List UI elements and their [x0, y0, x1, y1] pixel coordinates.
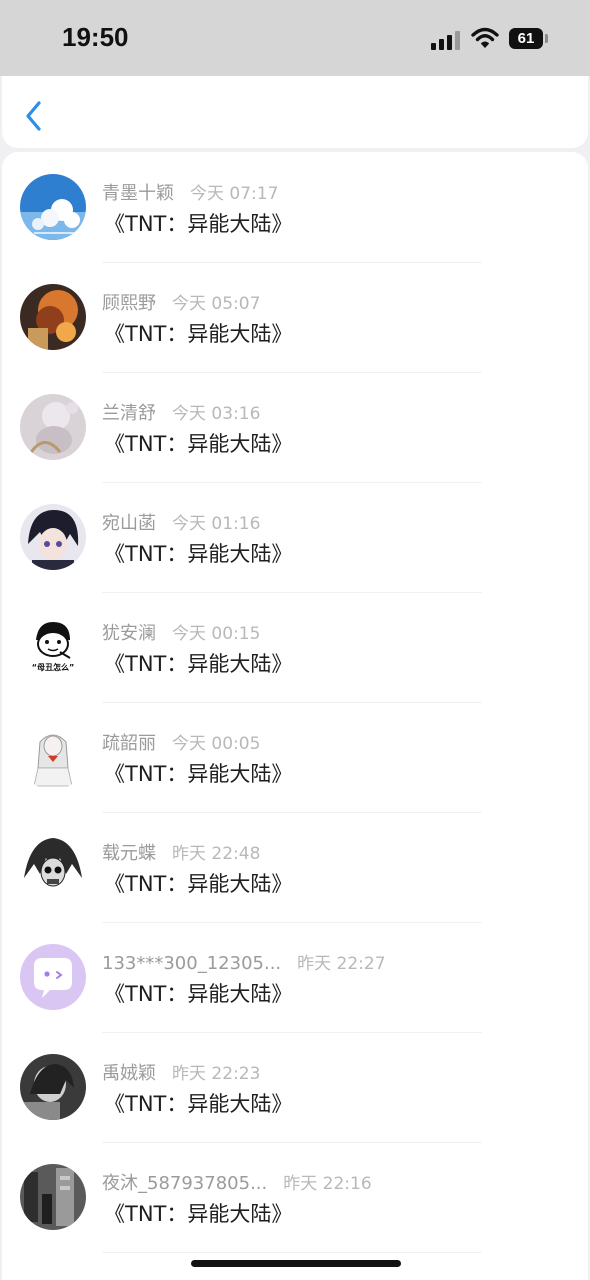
message-meta: 133***300_12305... 昨天 22:27 — [102, 949, 386, 974]
message-time: 今天 00:05 — [172, 734, 261, 754]
list-item[interactable]: 疏韶丽 今天 00:05 《TNT：异能大陆》 — [2, 702, 588, 813]
user-name: 青墨十颖 — [102, 183, 174, 204]
avatar — [20, 284, 86, 350]
wifi-icon — [471, 27, 499, 48]
list-item[interactable]: 载元蝶 昨天 22:48 《TNT：异能大陆》 — [2, 812, 588, 923]
avatar — [20, 1054, 86, 1120]
message-meta: 犹安澜 今天 00:15 — [102, 619, 261, 644]
list-item[interactable]: 青墨十颖 今天 07:17 《TNT：异能大陆》 — [2, 152, 588, 263]
message-meta: 顾熙野 今天 05:07 — [102, 289, 261, 314]
chevron-left-icon[interactable] — [20, 98, 50, 134]
user-name: 禹娀颖 — [102, 1063, 156, 1084]
list-item[interactable]: “母丑怎么” 犹安澜 今天 00:15 《TNT：异能大陆》 — [2, 592, 588, 703]
home-indicator — [191, 1260, 401, 1267]
list-item[interactable]: 兰清舒 今天 03:16 《TNT：异能大陆》 — [2, 372, 588, 483]
user-name: 宛山菡 — [102, 513, 156, 534]
list-item[interactable]: 夜沐_587937805... 昨天 22:16 《TNT：异能大陆》 — [2, 1142, 588, 1253]
avatar — [20, 174, 86, 240]
avatar: “母丑怎么” — [20, 614, 86, 680]
message-meta: 载元蝶 昨天 22:48 — [102, 839, 261, 864]
user-name: 载元蝶 — [102, 843, 156, 864]
divider — [102, 1252, 482, 1253]
avatar — [20, 724, 86, 790]
message-time: 昨天 22:16 — [283, 1174, 372, 1194]
message-time: 昨天 22:27 — [297, 954, 386, 974]
message-text: 《TNT：异能大陆》 — [104, 212, 293, 236]
avatar — [20, 504, 86, 570]
list-item[interactable]: 禹娀颖 昨天 22:23 《TNT：异能大陆》 — [2, 1032, 588, 1143]
message-meta: 疏韶丽 今天 00:05 — [102, 729, 261, 754]
avatar — [20, 944, 86, 1010]
battery-icon: 61 — [509, 28, 543, 49]
message-text: 《TNT：异能大陆》 — [104, 432, 293, 456]
message-time: 今天 05:07 — [172, 294, 261, 314]
message-meta: 兰清舒 今天 03:16 — [102, 399, 261, 424]
message-text: 《TNT：异能大陆》 — [104, 1092, 293, 1116]
message-text: 《TNT：异能大陆》 — [104, 652, 293, 676]
message-text: 《TNT：异能大陆》 — [104, 1202, 293, 1226]
message-time: 今天 03:16 — [172, 404, 261, 424]
avatar — [20, 834, 86, 900]
message-time: 昨天 22:23 — [172, 1064, 261, 1084]
battery-cap — [545, 34, 548, 43]
user-name: 夜沐_587937805... — [102, 1173, 268, 1194]
message-text: 《TNT：异能大陆》 — [104, 982, 293, 1006]
status-time: 19:50 — [62, 22, 129, 52]
message-text: 《TNT：异能大陆》 — [104, 872, 293, 896]
message-time: 昨天 22:48 — [172, 844, 261, 864]
list-item[interactable]: 顾熙野 今天 05:07 《TNT：异能大陆》 — [2, 262, 588, 373]
message-time: 今天 01:16 — [172, 514, 261, 534]
message-text: 《TNT：异能大陆》 — [104, 322, 293, 346]
user-name: 133***300_12305... — [102, 953, 282, 974]
avatar-caption: “母丑怎么” — [32, 662, 75, 672]
message-meta: 宛山菡 今天 01:16 — [102, 509, 261, 534]
avatar — [20, 394, 86, 460]
list-item[interactable]: 133***300_12305... 昨天 22:27 《TNT：异能大陆》 — [2, 922, 588, 1033]
battery-level: 61 — [517, 30, 535, 47]
message-meta: 青墨十颖 今天 07:17 — [102, 179, 279, 204]
message-meta: 禹娀颖 昨天 22:23 — [102, 1059, 261, 1084]
signal-icon — [431, 30, 463, 50]
avatar — [20, 1164, 86, 1230]
status-bar: 19:50 61 — [0, 0, 590, 76]
message-text: 《TNT：异能大陆》 — [104, 762, 293, 786]
message-text: 《TNT：异能大陆》 — [104, 542, 293, 566]
message-time: 今天 07:17 — [190, 184, 279, 204]
user-name: 疏韶丽 — [102, 733, 156, 754]
message-time: 今天 00:15 — [172, 624, 261, 644]
user-name: 兰清舒 — [102, 403, 156, 424]
list-item[interactable]: 宛山菡 今天 01:16 《TNT：异能大陆》 — [2, 482, 588, 593]
message-meta: 夜沐_587937805... 昨天 22:16 — [102, 1169, 372, 1194]
message-list: 青墨十颖 今天 07:17 《TNT：异能大陆》 顾熙野 今天 05:07 《TNT… — [2, 152, 588, 1280]
nav-bar — [2, 76, 588, 148]
user-name: 顾熙野 — [102, 293, 156, 314]
user-name: 犹安澜 — [102, 623, 156, 644]
